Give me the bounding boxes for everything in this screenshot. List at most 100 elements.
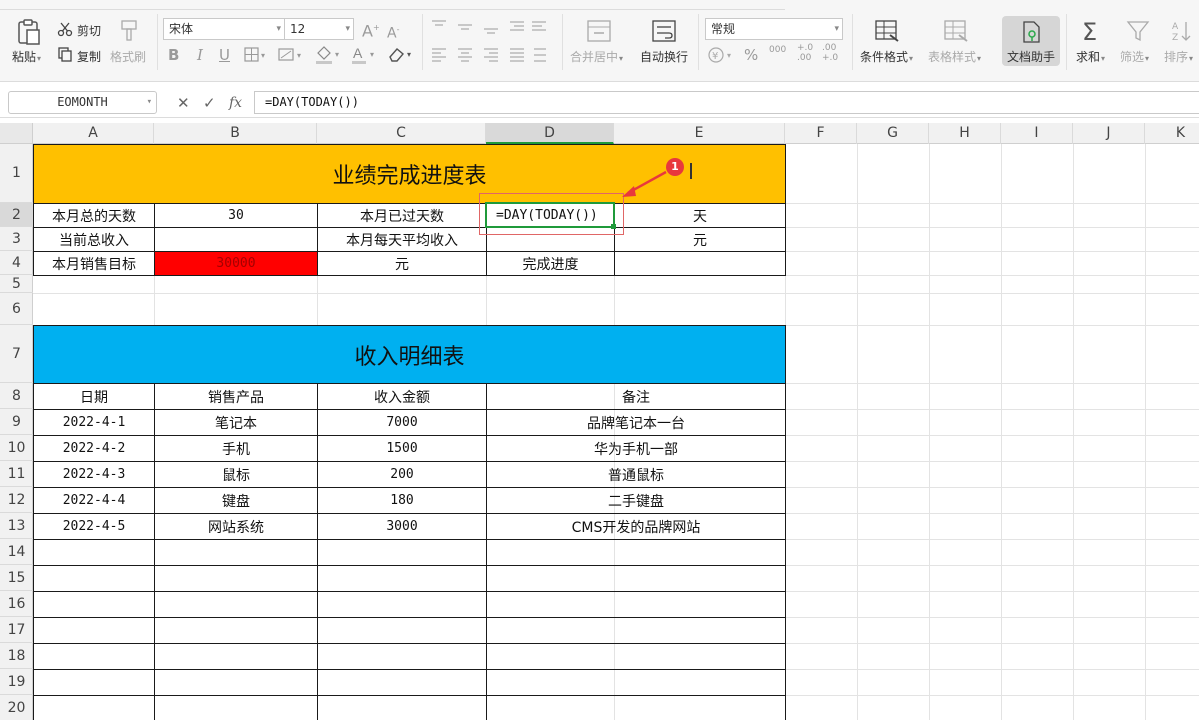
amount-cell[interactable] (317, 695, 487, 720)
bold-button[interactable]: B (168, 46, 179, 64)
header-product[interactable]: 销售产品 (154, 383, 318, 410)
table-style-button[interactable]: 表格样式▾ (928, 48, 981, 65)
amount-cell[interactable]: 3000 (317, 513, 487, 540)
product-cell[interactable] (154, 565, 318, 592)
column-header[interactable]: K (1145, 123, 1199, 144)
column-header[interactable]: J (1073, 123, 1145, 144)
amount-cell[interactable] (317, 539, 487, 566)
row-header[interactable]: 19 (0, 669, 33, 695)
column-header[interactable]: H (929, 123, 1001, 144)
row-header[interactable]: 18 (0, 643, 33, 669)
number-format-select[interactable]: 常规 ▾ (705, 18, 843, 40)
date-cell[interactable] (33, 695, 155, 720)
date-cell[interactable]: 2022-4-1 (33, 409, 155, 436)
amount-cell[interactable] (317, 617, 487, 644)
filter-button[interactable]: 筛选▾ (1120, 48, 1149, 65)
note-cell[interactable] (486, 643, 786, 670)
product-cell[interactable]: 手机 (154, 435, 318, 462)
cut-button[interactable]: 剪切 (77, 22, 101, 39)
row-header[interactable]: 6 (0, 293, 33, 325)
note-cell[interactable] (486, 695, 786, 720)
select-all-corner[interactable] (0, 123, 33, 144)
income-table-title[interactable]: 收入明细表 (33, 325, 786, 384)
paste-icon[interactable] (14, 18, 44, 46)
cell-c2[interactable]: 本月已过天数 (317, 203, 487, 228)
product-cell[interactable] (154, 643, 318, 670)
conditional-format-button[interactable]: 条件格式▾ (860, 48, 913, 65)
product-cell[interactable] (154, 695, 318, 720)
sort-icon[interactable]: AZ (1170, 19, 1194, 43)
column-header[interactable]: B (154, 123, 317, 144)
note-cell[interactable]: 华为手机一部 (486, 435, 786, 462)
note-cell[interactable] (486, 669, 786, 696)
date-cell[interactable]: 2022-4-3 (33, 461, 155, 488)
amount-cell[interactable] (317, 669, 487, 696)
decrease-decimal-button[interactable]: .00 +.0 (822, 43, 838, 63)
row-header[interactable]: 13 (0, 513, 33, 539)
note-cell[interactable] (486, 591, 786, 618)
horizontal-align-icons[interactable] (428, 46, 552, 64)
sales-target-cell[interactable]: 30000 (154, 251, 318, 276)
product-cell[interactable] (154, 669, 318, 696)
format-painter-button[interactable]: 格式刷 (110, 48, 146, 65)
scissors-icon[interactable] (57, 21, 73, 37)
vertical-align-icons[interactable] (428, 18, 548, 36)
cell-c4[interactable]: 元 (317, 251, 487, 276)
currency-icon[interactable]: ¥ ▾ (707, 45, 737, 65)
product-cell[interactable]: 网站系统 (154, 513, 318, 540)
borders-icon[interactable]: ▾ (244, 46, 268, 64)
thousands-separator-button[interactable]: 000 (769, 45, 786, 55)
row-header[interactable]: 8 (0, 383, 33, 409)
date-cell[interactable] (33, 565, 155, 592)
row-header[interactable]: 11 (0, 461, 33, 487)
wrap-text-button[interactable]: 自动换行 (640, 48, 688, 65)
grow-font-button[interactable]: A+ (362, 19, 380, 40)
copy-icon[interactable] (57, 46, 73, 62)
row-header[interactable]: 20 (0, 695, 33, 720)
note-cell[interactable] (486, 617, 786, 644)
row-header[interactable]: 15 (0, 565, 33, 591)
conditional-format-icon[interactable] (874, 18, 900, 44)
cell-a4[interactable]: 本月销售目标 (33, 251, 155, 276)
row-header[interactable]: 4 (0, 251, 33, 275)
row-header[interactable]: 10 (0, 435, 33, 461)
name-box[interactable]: EOMONTH ▾ (8, 91, 157, 114)
cell-a2[interactable]: 本月总的天数 (33, 203, 155, 228)
cell-b2[interactable]: 30 (154, 203, 318, 228)
sum-button[interactable]: 求和▾ (1076, 48, 1105, 65)
note-cell[interactable]: CMS开发的品牌网站 (486, 513, 786, 540)
column-header[interactable]: C (317, 123, 486, 144)
wrap-text-icon[interactable] (651, 18, 677, 44)
underline-button[interactable]: U (219, 46, 230, 64)
format-painter-icon[interactable] (118, 18, 140, 44)
copy-button[interactable]: 复制 (77, 48, 101, 65)
cell-e3[interactable]: 元 (614, 227, 786, 252)
product-cell[interactable] (154, 591, 318, 618)
font-size-select[interactable]: 12 ▾ (284, 18, 354, 40)
shrink-font-button[interactable]: A- (387, 21, 399, 43)
note-cell[interactable]: 二手键盘 (486, 487, 786, 514)
cell-a3[interactable]: 当前总收入 (33, 227, 155, 252)
note-cell[interactable] (486, 539, 786, 566)
cell-style-icon[interactable]: ▾ (278, 46, 306, 64)
column-header[interactable]: E (614, 123, 785, 144)
date-cell[interactable] (33, 643, 155, 670)
amount-cell[interactable] (317, 591, 487, 618)
header-amount[interactable]: 收入金额 (317, 383, 487, 410)
row-header[interactable]: 7 (0, 325, 33, 383)
row-header[interactable]: 9 (0, 409, 33, 435)
row-header[interactable]: 17 (0, 617, 33, 643)
amount-cell[interactable] (317, 565, 487, 592)
cell-e4[interactable] (614, 251, 786, 276)
date-cell[interactable] (33, 669, 155, 696)
column-header[interactable]: F (785, 123, 857, 144)
column-header[interactable]: D (486, 123, 614, 144)
column-header[interactable]: A (33, 123, 154, 144)
cell-c3[interactable]: 本月每天平均收入 (317, 227, 487, 252)
italic-button[interactable]: I (197, 46, 203, 64)
row-header[interactable]: 3 (0, 227, 33, 251)
header-date[interactable]: 日期 (33, 383, 155, 410)
increase-decimal-button[interactable]: +.0 .00 (797, 43, 813, 63)
formula-input[interactable]: =DAY(TODAY()) (254, 91, 1199, 114)
amount-cell[interactable]: 7000 (317, 409, 487, 436)
